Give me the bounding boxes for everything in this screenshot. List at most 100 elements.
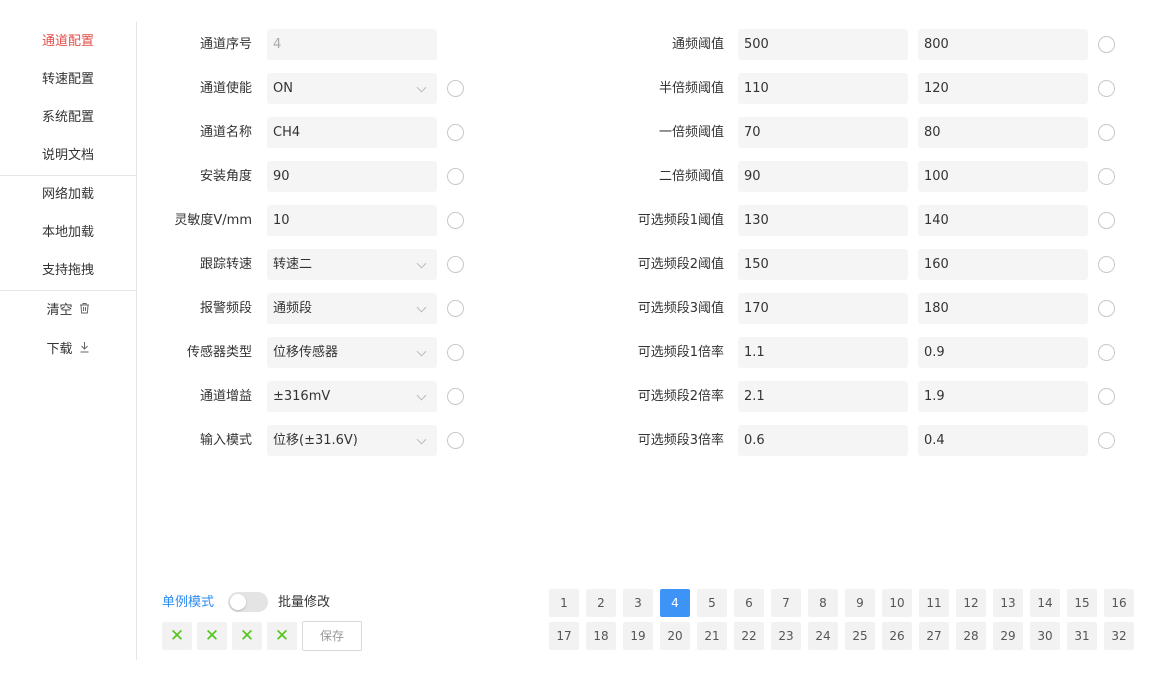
- sidebar-item-clear[interactable]: 清空: [0, 300, 136, 321]
- sidebar-item-network-load[interactable]: 网络加载: [0, 185, 136, 205]
- threshold-low-input[interactable]: 90: [738, 161, 908, 192]
- row-select-radio[interactable]: [1098, 36, 1115, 53]
- row-select-radio[interactable]: [447, 388, 464, 405]
- threshold-low-input[interactable]: 150: [738, 249, 908, 280]
- tracking-speed-select[interactable]: 转速二: [267, 249, 437, 280]
- save-button[interactable]: 保存: [302, 621, 362, 651]
- threshold-low-input[interactable]: 170: [738, 293, 908, 324]
- row-select-radio[interactable]: [447, 168, 464, 185]
- row-select-radio[interactable]: [447, 80, 464, 97]
- sidebar-item-channel-config[interactable]: 通道配置: [0, 32, 136, 52]
- page-button[interactable]: 18: [586, 622, 616, 650]
- page-button[interactable]: 32: [1104, 622, 1134, 650]
- threshold-low-input[interactable]: 110: [738, 73, 908, 104]
- threshold-low-input[interactable]: 130: [738, 205, 908, 236]
- page-button[interactable]: 7: [771, 589, 801, 617]
- row-select-radio[interactable]: [1098, 300, 1115, 317]
- page-button[interactable]: 25: [845, 622, 875, 650]
- sidebar: 通道配置 转速配置 系统配置 说明文档 网络加载 本地加载 支持拖拽 清空 下载: [0, 22, 137, 660]
- page-button[interactable]: 16: [1104, 589, 1134, 617]
- page-button[interactable]: 1: [549, 589, 579, 617]
- page-button[interactable]: 12: [956, 589, 986, 617]
- page-button[interactable]: 20: [660, 622, 690, 650]
- page-button[interactable]: 9: [845, 589, 875, 617]
- ratio-high-input[interactable]: 0.4: [918, 425, 1088, 456]
- row-select-radio[interactable]: [1098, 212, 1115, 229]
- page-button[interactable]: 26: [882, 622, 912, 650]
- page-button[interactable]: 2: [586, 589, 616, 617]
- input-mode-select[interactable]: 位移(±31.6V): [267, 425, 437, 456]
- page-button[interactable]: 5: [697, 589, 727, 617]
- threshold-high-input[interactable]: 180: [918, 293, 1088, 324]
- row-select-radio[interactable]: [1098, 256, 1115, 273]
- page-button[interactable]: 29: [993, 622, 1023, 650]
- batch-mode-label[interactable]: 批量修改: [278, 593, 330, 613]
- sidebar-item-speed-config[interactable]: 转速配置: [0, 70, 136, 90]
- page-button[interactable]: 24: [808, 622, 838, 650]
- page-button[interactable]: 14: [1030, 589, 1060, 617]
- channel-gain-select[interactable]: ±316mV: [267, 381, 437, 412]
- page-button[interactable]: 8: [808, 589, 838, 617]
- field-label: 通道使能: [199, 81, 252, 96]
- close-icon[interactable]: ✕: [232, 622, 262, 650]
- row-select-radio[interactable]: [447, 256, 464, 273]
- threshold-low-input[interactable]: 500: [738, 29, 908, 60]
- ratio-low-input[interactable]: 1.1: [738, 337, 908, 368]
- channel-enable-select[interactable]: ON: [267, 73, 437, 104]
- page-button[interactable]: 23: [771, 622, 801, 650]
- page-button[interactable]: 10: [882, 589, 912, 617]
- sidebar-item-drag-support[interactable]: 支持拖拽: [0, 261, 136, 281]
- close-icon[interactable]: ✕: [267, 622, 297, 650]
- ratio-high-input[interactable]: 1.9: [918, 381, 1088, 412]
- threshold-high-input[interactable]: 800: [918, 29, 1088, 60]
- page-button[interactable]: 27: [919, 622, 949, 650]
- row-select-radio[interactable]: [1098, 344, 1115, 361]
- threshold-high-input[interactable]: 100: [918, 161, 1088, 192]
- install-angle-input[interactable]: 90: [267, 161, 437, 192]
- batch-mode-toggle[interactable]: [228, 592, 268, 612]
- page-button[interactable]: 3: [623, 589, 653, 617]
- threshold-high-input[interactable]: 160: [918, 249, 1088, 280]
- sensor-type-select[interactable]: 位移传感器: [267, 337, 437, 368]
- threshold-high-input[interactable]: 140: [918, 205, 1088, 236]
- sidebar-item-download[interactable]: 下载: [0, 339, 136, 360]
- row-select-radio[interactable]: [1098, 168, 1115, 185]
- single-mode-label[interactable]: 单例模式: [162, 593, 214, 613]
- page-button[interactable]: 17: [549, 622, 579, 650]
- page-button[interactable]: 30: [1030, 622, 1060, 650]
- page-button[interactable]: 15: [1067, 589, 1097, 617]
- threshold-high-input[interactable]: 120: [918, 73, 1088, 104]
- alarm-band-select[interactable]: 通频段: [267, 293, 437, 324]
- close-icon[interactable]: ✕: [197, 622, 227, 650]
- row-select-radio[interactable]: [1098, 388, 1115, 405]
- row-select-radio[interactable]: [447, 212, 464, 229]
- page-button[interactable]: 19: [623, 622, 653, 650]
- row-select-radio[interactable]: [447, 432, 464, 449]
- sensitivity-input[interactable]: 10: [267, 205, 437, 236]
- page-button[interactable]: 13: [993, 589, 1023, 617]
- row-select-radio[interactable]: [447, 300, 464, 317]
- page-button[interactable]: 28: [956, 622, 986, 650]
- ratio-high-input[interactable]: 0.9: [918, 337, 1088, 368]
- page-button[interactable]: 31: [1067, 622, 1097, 650]
- page-button[interactable]: 11: [919, 589, 949, 617]
- page-button[interactable]: 21: [697, 622, 727, 650]
- row-select-radio[interactable]: [1098, 432, 1115, 449]
- page-button[interactable]: 6: [734, 589, 764, 617]
- ratio-low-input[interactable]: 2.1: [738, 381, 908, 412]
- row-select-radio[interactable]: [1098, 124, 1115, 141]
- sidebar-item-local-load[interactable]: 本地加载: [0, 223, 136, 243]
- channel-name-input[interactable]: CH4: [267, 117, 437, 148]
- row-select-radio[interactable]: [1098, 80, 1115, 97]
- threshold-high-input[interactable]: 80: [918, 117, 1088, 148]
- sidebar-item-docs[interactable]: 说明文档: [0, 146, 136, 166]
- threshold-low-input[interactable]: 70: [738, 117, 908, 148]
- row-select-radio[interactable]: [447, 344, 464, 361]
- page-button[interactable]: 22: [734, 622, 764, 650]
- row-select-radio[interactable]: [447, 124, 464, 141]
- field-label: 可选频段2倍率: [637, 389, 724, 404]
- page-button-active[interactable]: 4: [660, 589, 690, 617]
- sidebar-item-system-config[interactable]: 系统配置: [0, 108, 136, 128]
- close-icon[interactable]: ✕: [162, 622, 192, 650]
- ratio-low-input[interactable]: 0.6: [738, 425, 908, 456]
